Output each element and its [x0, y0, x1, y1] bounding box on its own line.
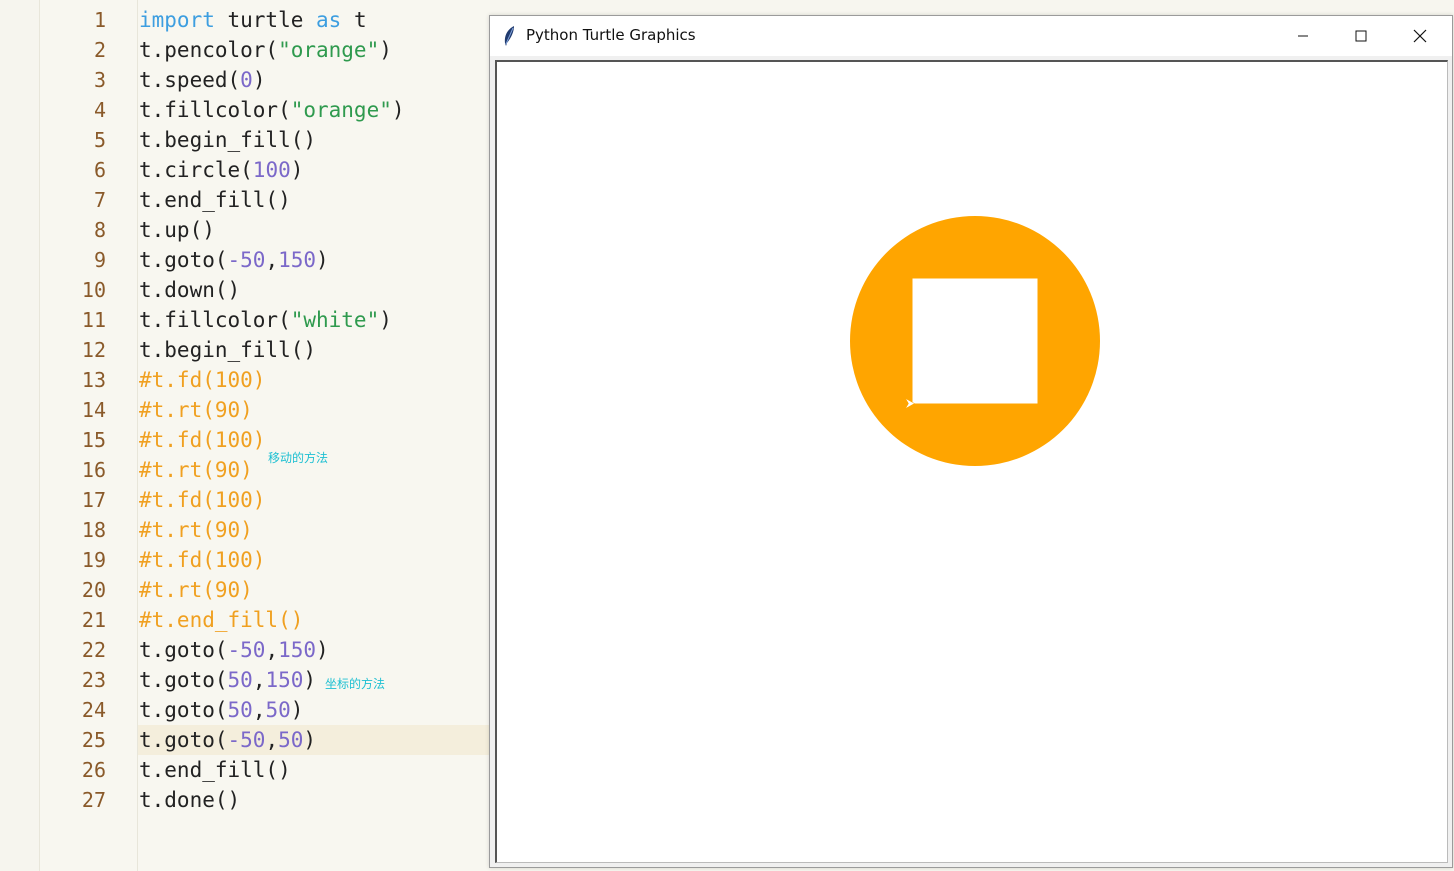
line-number: 12: [81, 338, 106, 362]
line-number: 15: [81, 428, 106, 452]
maximize-icon: [1355, 30, 1367, 42]
code-line[interactable]: #t.end_fill(): [139, 605, 303, 635]
close-button[interactable]: [1391, 16, 1449, 56]
code-line[interactable]: t.begin_fill(): [139, 335, 316, 365]
line-number: 3: [93, 68, 106, 92]
line-number: 21: [81, 608, 106, 632]
line-number: 9: [93, 248, 106, 272]
code-line[interactable]: import turtle as t: [139, 5, 367, 35]
line-number: 19: [81, 548, 106, 572]
line-number: 22: [81, 638, 106, 662]
code-line[interactable]: t.end_fill(): [139, 185, 291, 215]
code-line[interactable]: t.goto(-50,150): [139, 245, 329, 275]
annotation-coordinate-method: 坐标的方法: [325, 677, 386, 691]
code-line[interactable]: #t.fd(100): [139, 365, 265, 395]
code-line[interactable]: #t.rt(90): [139, 395, 253, 425]
line-number: 11: [81, 308, 106, 332]
code-line[interactable]: t.end_fill(): [139, 755, 291, 785]
code-line[interactable]: #t.fd(100): [139, 425, 265, 455]
maximize-button[interactable]: [1332, 16, 1390, 56]
turtle-graphics-window[interactable]: Python Turtle Graphics: [489, 15, 1453, 868]
line-number: 8: [93, 218, 106, 242]
code-line[interactable]: t.fillcolor("white"): [139, 305, 392, 335]
line-number: 14: [81, 398, 106, 422]
code-line[interactable]: t.done(): [139, 785, 240, 815]
white-square: [912, 278, 1038, 404]
code-line[interactable]: t.up(): [139, 215, 215, 245]
window-title: Python Turtle Graphics: [526, 26, 696, 44]
close-icon: [1413, 29, 1427, 43]
code-line[interactable]: t.pencolor("orange"): [139, 35, 392, 65]
feather-icon: [504, 26, 514, 46]
turtle-drawing: [850, 216, 1100, 466]
line-number: 26: [81, 758, 106, 782]
code-line[interactable]: t.fillcolor("orange"): [139, 95, 405, 125]
line-number: 20: [81, 578, 106, 602]
annotation-move-method: 移动的方法: [268, 451, 329, 465]
line-number: 27: [81, 788, 106, 812]
code-line[interactable]: t.begin_fill(): [139, 125, 316, 155]
line-number: 5: [93, 128, 106, 152]
code-line[interactable]: #t.fd(100): [139, 485, 265, 515]
code-line[interactable]: t.speed(0): [139, 65, 265, 95]
code-line[interactable]: #t.rt(90): [139, 515, 253, 545]
line-number: 25: [81, 728, 106, 752]
line-number: 6: [93, 158, 106, 182]
line-number: 23: [81, 668, 106, 692]
code-line[interactable]: t.goto(50,150): [139, 665, 316, 695]
line-number: 4: [93, 98, 106, 122]
line-number: 2: [93, 38, 106, 62]
turtle-canvas[interactable]: [495, 60, 1448, 863]
code-line[interactable]: #t.fd(100): [139, 545, 265, 575]
line-number: 17: [81, 488, 106, 512]
code-line[interactable]: t.circle(100): [139, 155, 303, 185]
code-line[interactable]: t.goto(-50,150): [139, 635, 329, 665]
line-number: 13: [81, 368, 106, 392]
minimize-button[interactable]: [1274, 16, 1332, 56]
editor-margin: [0, 0, 40, 871]
minimize-icon: [1298, 35, 1308, 37]
line-number: 7: [93, 188, 106, 212]
line-number: 18: [81, 518, 106, 542]
code-line[interactable]: t.goto(-50,50): [139, 725, 316, 755]
line-number: 16: [81, 458, 106, 482]
line-number: 10: [81, 278, 106, 302]
line-number: 1: [93, 8, 106, 32]
code-editor[interactable]: 1 import turtle as t 2 t.pencolor("orange")…: [0, 0, 490, 871]
code-line[interactable]: #t.rt(90): [139, 455, 253, 485]
code-line[interactable]: t.down(): [139, 275, 240, 305]
code-line[interactable]: t.goto(50,50): [139, 695, 303, 725]
code-line[interactable]: #t.rt(90): [139, 575, 253, 605]
line-number: 24: [81, 698, 106, 722]
window-titlebar[interactable]: Python Turtle Graphics: [490, 16, 1452, 56]
